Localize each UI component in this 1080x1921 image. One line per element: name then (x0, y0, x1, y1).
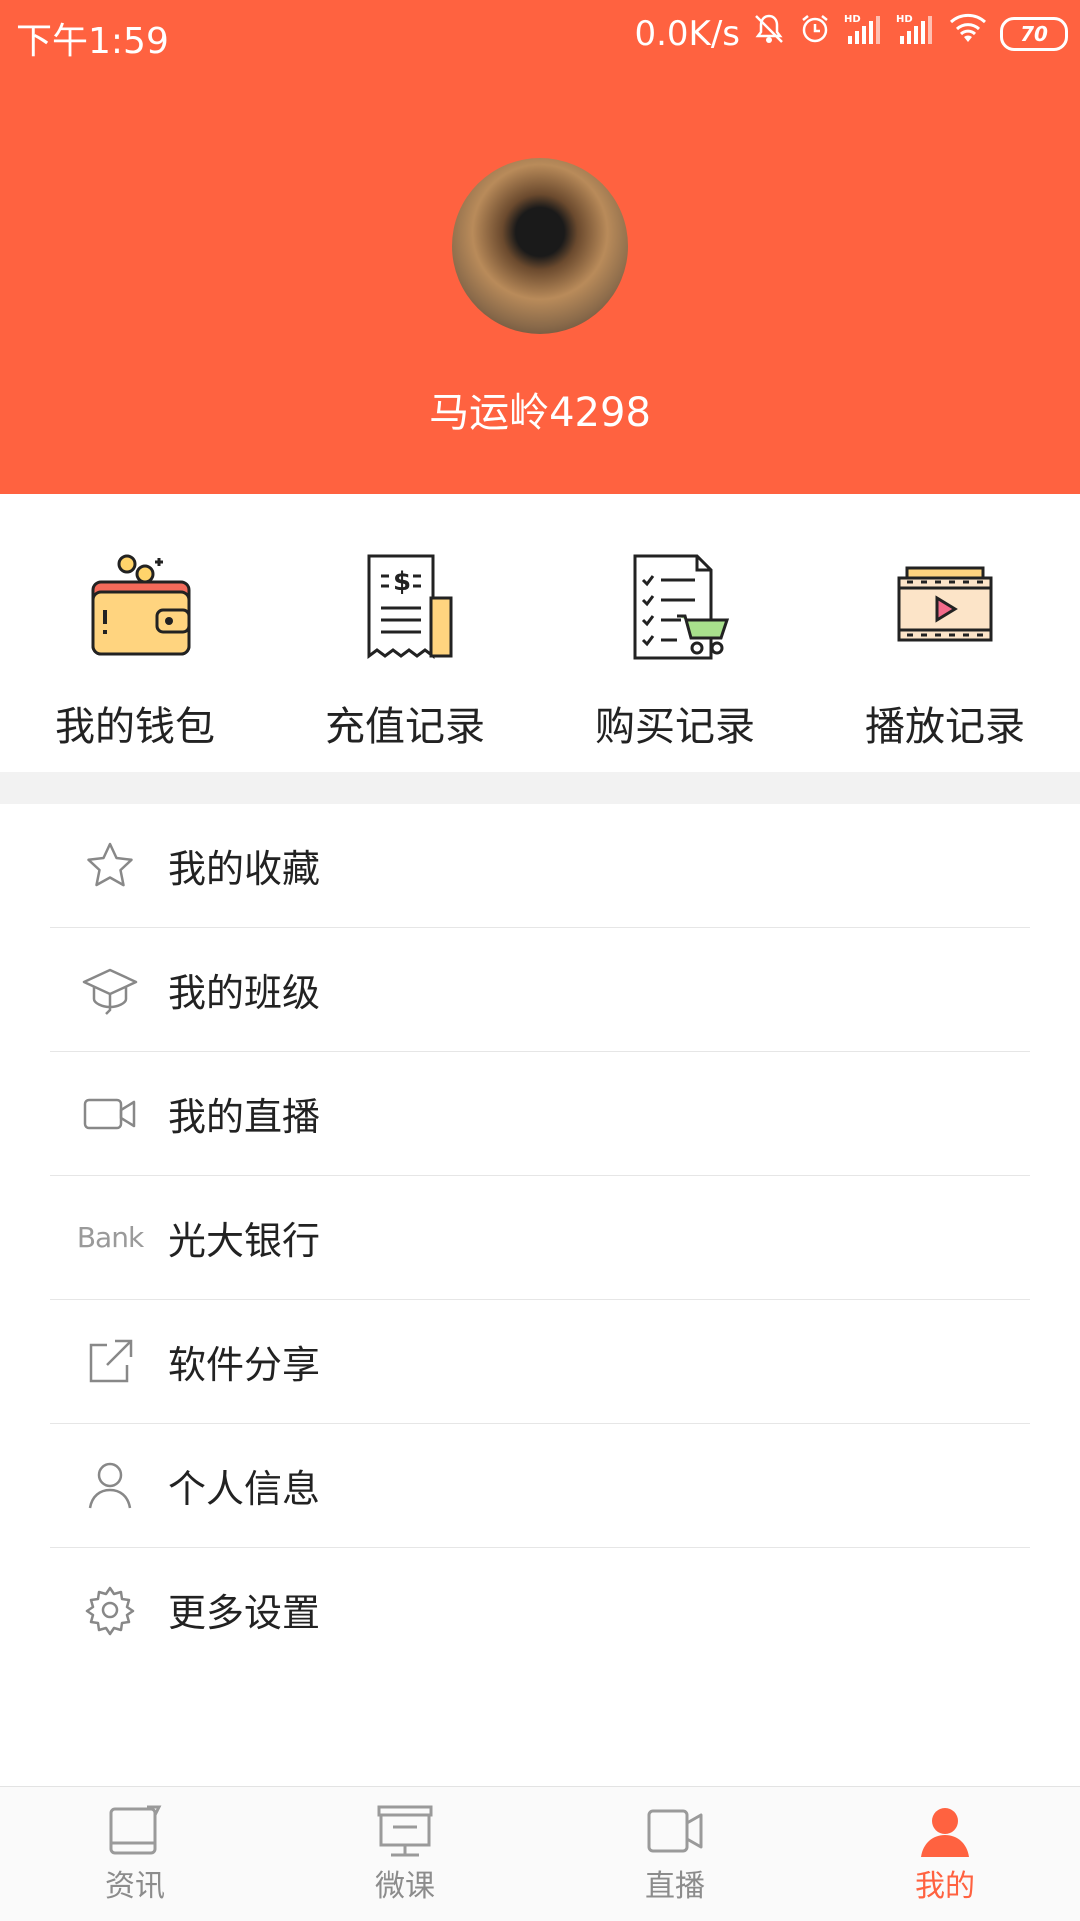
status-time: 下午1:59 (16, 21, 169, 62)
purchase-list-icon (633, 554, 730, 660)
menu-item-favorites[interactable]: 我的收藏 (50, 804, 1030, 928)
menu-item-label: 我的班级 (168, 971, 321, 1015)
quick-action-purchase[interactable]: 购买记录 (540, 494, 810, 772)
quick-action-label: 我的钱包 (55, 704, 215, 750)
menu-item-label: 光大银行 (168, 1219, 321, 1263)
quick-action-label: 播放记录 (865, 704, 1025, 750)
menu-item-bank[interactable]: Bank 光大银行 (50, 1176, 1030, 1300)
quick-action-playback[interactable]: 播放记录 (810, 494, 1080, 772)
tab-label: 微课 (375, 1869, 435, 1904)
signal-hd-icon-1: HD (844, 12, 884, 55)
news-icon (109, 1805, 162, 1855)
menu-item-my-live[interactable]: 我的直播 (50, 1052, 1030, 1176)
receipt-icon: $ (367, 554, 453, 659)
star-icon (75, 836, 145, 896)
profile-header: 下午1:59 0.0K/s HD HD 70 马运岭4298 (0, 0, 1080, 494)
menu-item-label: 个人信息 (168, 1467, 321, 1511)
share-icon (75, 1332, 145, 1392)
status-right-group: 0.0K/s HD HD 70 (634, 12, 1068, 55)
avatar[interactable] (452, 158, 628, 334)
tab-live[interactable]: 直播 (540, 1787, 810, 1921)
battery-icon: 70 (1000, 16, 1068, 51)
signal-hd-icon-2: HD (896, 12, 936, 55)
video-camera-icon (75, 1084, 145, 1144)
quick-action-label: 充值记录 (325, 704, 485, 750)
menu-item-share[interactable]: 软件分享 (50, 1300, 1030, 1424)
quick-action-wallet[interactable]: 我的钱包 (0, 494, 270, 772)
profile-icon (921, 1808, 969, 1857)
menu-item-my-class[interactable]: 我的班级 (50, 928, 1030, 1052)
microclass-icon (377, 1805, 433, 1857)
quick-actions: 我的钱包 $ 充值记录 购买记录 播放记录 (0, 494, 1080, 772)
tab-news[interactable]: 资讯 (0, 1787, 270, 1921)
alarm-icon (798, 12, 832, 55)
svg-text:HD: HD (896, 14, 913, 25)
network-speed: 0.0K/s (634, 13, 740, 54)
svg-text:HD: HD (844, 14, 861, 25)
gear-icon (75, 1580, 145, 1640)
person-icon (75, 1456, 145, 1516)
section-divider (0, 772, 1080, 804)
username: 马运岭4298 (429, 390, 651, 436)
live-icon (647, 1809, 703, 1853)
bottom-tab-bar: 资讯 微课 直播 我的 (0, 1786, 1080, 1921)
tab-label: 资讯 (105, 1869, 165, 1904)
menu-item-label: 更多设置 (168, 1591, 321, 1635)
menu-item-label: 我的直播 (168, 1095, 321, 1139)
bell-muted-icon (752, 12, 786, 55)
menu-item-personal-info[interactable]: 个人信息 (50, 1424, 1030, 1548)
status-bar: 下午1:59 0.0K/s HD HD 70 (0, 0, 1080, 68)
wifi-icon (948, 12, 988, 55)
menu-item-label: 我的收藏 (168, 847, 321, 891)
wallet-icon (91, 554, 191, 656)
bank-icon-text: Bank (76, 1221, 144, 1254)
menu-list: 我的收藏 我的班级 我的直播 Bank 光大银行 软件分享 个人信息 更多设置 (0, 804, 1080, 1671)
bank-icon: Bank (75, 1208, 145, 1268)
svg-text:$: $ (393, 567, 411, 597)
tab-microclass[interactable]: 微课 (270, 1787, 540, 1921)
tab-label: 我的 (915, 1869, 975, 1904)
tab-profile[interactable]: 我的 (810, 1787, 1080, 1921)
video-play-icon (897, 566, 993, 642)
graduation-cap-icon (75, 960, 145, 1020)
tab-label: 直播 (645, 1869, 705, 1904)
menu-item-more-settings[interactable]: 更多设置 (50, 1548, 1030, 1671)
quick-action-label: 购买记录 (595, 704, 755, 750)
menu-item-label: 软件分享 (168, 1343, 321, 1387)
quick-action-recharge[interactable]: $ 充值记录 (270, 494, 540, 772)
